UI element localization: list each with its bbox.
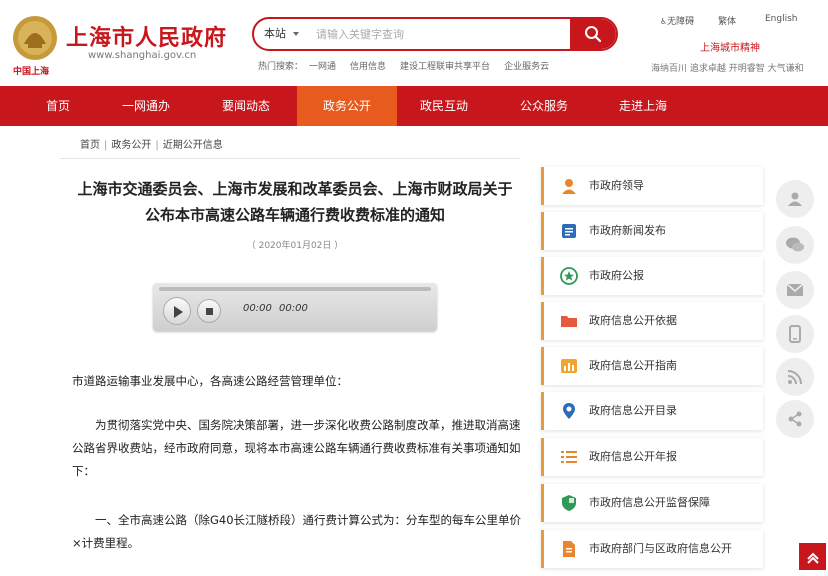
sidebar-item-label: 市政府部门与区政府信息公开: [589, 542, 732, 555]
logo-caption: 中国上海: [13, 67, 50, 77]
shanghai-logo[interactable]: [10, 14, 60, 62]
sidebar-item-label: 政府信息公开目录: [589, 404, 677, 417]
audio-current-time: 00:00: [243, 303, 272, 314]
contact-button[interactable]: [776, 180, 814, 218]
share-button[interactable]: [776, 400, 814, 438]
nav-item-government-affairs[interactable]: 政务公开: [297, 86, 397, 126]
article-date: （ 2020年01月02日 ）: [246, 241, 344, 251]
breadcrumb: 首页 | 政务公开 | 近期公开信息: [80, 136, 223, 151]
breadcrumb-separator: |: [104, 140, 108, 151]
hot-search-link[interactable]: 信用信息: [350, 62, 386, 72]
article-title-line: 上海市交通委员会、上海市发展和改革委员会、上海市财政局关于: [77, 180, 513, 198]
sidebar-item-label: 市政府领导: [589, 179, 644, 192]
list-icon: [561, 451, 577, 463]
article-title: 上海市交通委员会、上海市发展和改革委员会、上海市财政局关于 公布本市高速公路车辆…: [60, 176, 530, 228]
city-spirit-motto: 海纳百川 追求卓越 开明睿智 大气谦和: [651, 64, 804, 74]
search-scope-select[interactable]: 本站: [264, 19, 299, 49]
mail-icon: [786, 283, 804, 296]
contact-icon: [788, 192, 802, 206]
wechat-icon: [786, 237, 804, 252]
search-button[interactable]: [570, 19, 616, 49]
article-paragraph: 市道路运输事业发展中心，各高速公路经营管理单位：: [72, 374, 348, 388]
sidebar-item-disclosure-basis[interactable]: 政府信息公开依据: [541, 302, 763, 340]
hot-search-link[interactable]: 建设工程联审共享平台: [400, 62, 490, 72]
sidebar-item-label: 政府信息公开指南: [589, 359, 677, 372]
sidebar-item-gazette[interactable]: 市政府公报: [541, 257, 763, 295]
audio-player: 00:00 00:00: [153, 283, 437, 331]
hot-search-link[interactable]: 一网通: [309, 62, 336, 72]
breadcrumb-current[interactable]: 近期公开信息: [163, 140, 223, 151]
rss-button[interactable]: [776, 358, 814, 396]
rss-icon: [787, 370, 802, 385]
article-paragraph: 一、全市高速公路（除G40长江隧桥段）通行费计算公式为：分车型的每车公里单价×计…: [72, 513, 522, 550]
share-icon: [788, 411, 802, 427]
hot-search-link[interactable]: 企业服务云: [504, 62, 549, 72]
mail-button[interactable]: [776, 271, 814, 309]
file-icon: [563, 541, 575, 557]
location-pin-icon: [563, 403, 575, 419]
chart-icon: [561, 359, 577, 373]
sidebar-item-supervision[interactable]: 市政府信息公开监督保障: [541, 484, 763, 522]
site-url: www.shanghai.gov.cn: [88, 50, 197, 61]
sidebar-item-label: 市政府信息公开监督保障: [589, 496, 710, 509]
person-icon: [562, 179, 576, 194]
star-icon: [560, 267, 578, 285]
divider: [60, 158, 520, 159]
audio-progress-bar[interactable]: [159, 287, 431, 291]
breadcrumb-home[interactable]: 首页: [80, 140, 100, 151]
wechat-button[interactable]: [776, 226, 814, 264]
sidebar-item-government-leaders[interactable]: 市政府领导: [541, 167, 763, 205]
nav-item-one-stop-service[interactable]: 一网通办: [96, 86, 196, 126]
sidebar-item-disclosure-guide[interactable]: 政府信息公开指南: [541, 347, 763, 385]
accessibility-link[interactable]: ♿无障碍: [660, 14, 694, 27]
stop-button[interactable]: [197, 299, 221, 323]
shield-icon: [562, 495, 576, 511]
sidebar-item-label: 政府信息公开年报: [589, 450, 677, 463]
sidebar-item-label: 市政府新闻发布: [589, 224, 666, 237]
folder-icon: [561, 316, 577, 327]
search-icon: [585, 26, 602, 43]
sidebar-item-label: 市政府公报: [589, 269, 644, 282]
english-link[interactable]: English: [765, 14, 798, 24]
nav-item-interaction[interactable]: 政民互动: [394, 86, 494, 126]
search-bar: 本站: [252, 17, 618, 51]
sidebar-item-disclosure-catalog[interactable]: 政府信息公开目录: [541, 392, 763, 430]
nav-item-news[interactable]: 要闻动态: [196, 86, 296, 126]
hot-search-label: 热门搜索：: [258, 62, 304, 72]
mobile-icon: [789, 325, 801, 343]
mobile-button[interactable]: [776, 315, 814, 353]
play-button[interactable]: [163, 297, 191, 325]
search-scope-label: 本站: [264, 27, 286, 40]
chevron-down-icon: [293, 32, 299, 36]
document-icon: [562, 224, 576, 238]
article-title-line: 公布本市高速公路车辆通行费收费标准的通知: [144, 206, 445, 224]
audio-duration: 00:00: [279, 303, 308, 314]
main-nav: 首页 一网通办 要闻动态 政务公开 政民互动 公众服务 走进上海: [0, 86, 828, 126]
sidebar-item-label: 政府信息公开依据: [589, 314, 677, 327]
sidebar-item-press-release[interactable]: 市政府新闻发布: [541, 212, 763, 250]
hot-search: 热门搜索： 一网通 信用信息 建设工程联审共享平台 企业服务云: [258, 59, 563, 72]
nav-item-about-shanghai[interactable]: 走进上海: [593, 86, 693, 126]
nav-item-public-services[interactable]: 公众服务: [494, 86, 594, 126]
chevron-up-icon: [806, 552, 819, 564]
sidebar-item-department-disclosure[interactable]: 市政府部门与区政府信息公开: [541, 530, 763, 568]
city-spirit-title: 上海城市精神: [700, 43, 760, 54]
breadcrumb-separator: |: [155, 140, 159, 151]
nav-item-home[interactable]: 首页: [8, 86, 108, 126]
back-to-top-button[interactable]: [799, 543, 826, 570]
search-input[interactable]: [316, 22, 566, 46]
article-paragraph: 为贯彻落实党中央、国务院决策部署，进一步深化收费公路制度改革，推进取消高速公路省…: [72, 418, 521, 478]
site-title[interactable]: 上海市人民政府: [66, 20, 227, 52]
site-header: 中国上海 上海市人民政府 www.shanghai.gov.cn 本站 热门搜索…: [0, 0, 828, 86]
traditional-chinese-link[interactable]: 繁体: [718, 14, 736, 27]
breadcrumb-government-affairs[interactable]: 政务公开: [111, 140, 151, 151]
sidebar-item-annual-report[interactable]: 政府信息公开年报: [541, 438, 763, 476]
